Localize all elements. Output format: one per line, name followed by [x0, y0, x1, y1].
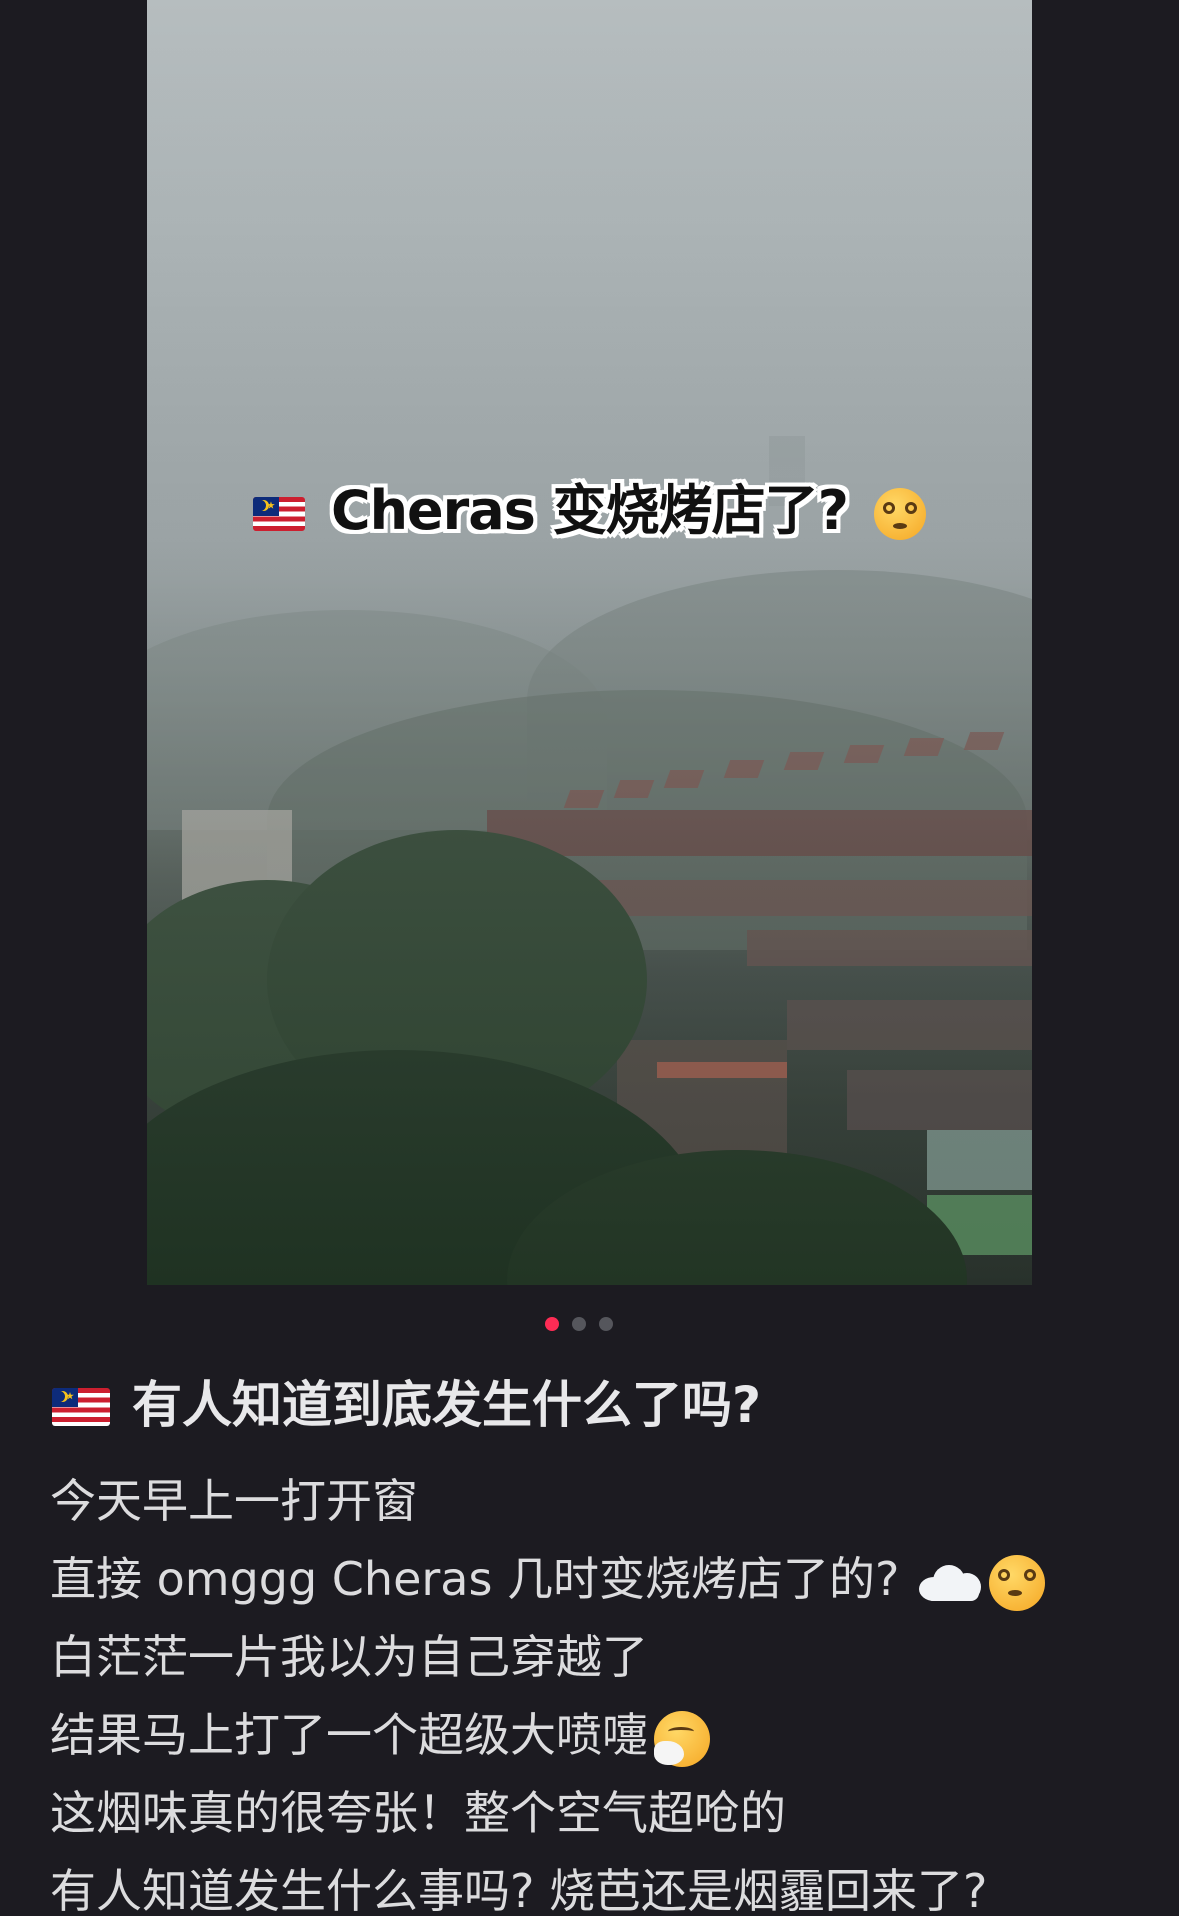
post-body-text: 白茫茫一片我以为自己穿越了 — [50, 1630, 648, 1684]
post-photo[interactable]: Cheras 变烧烤店了? — [147, 0, 1032, 1285]
post-body-line: 有人知道发生什么事吗? 烧芭还是烟霾回来了? — [50, 1852, 1160, 1916]
post-title: 有人知道到底发生什么了吗? — [52, 1375, 761, 1435]
post-body-line: 白茫茫一片我以为自己穿越了 — [50, 1618, 1160, 1696]
post-body-line: 今天早上一打开窗 — [50, 1462, 1160, 1540]
post-body-text: 这烟味真的很夸张！整个空气超呛的 — [50, 1786, 786, 1840]
post-body: 今天早上一打开窗 直接 omggg Cheras 几时变烧烤店了的? 白茫茫一片… — [50, 1462, 1160, 1916]
post-title-text: 有人知道到底发生什么了吗? — [132, 1376, 762, 1434]
sneezing-face-icon — [654, 1710, 710, 1767]
post-body-line: 这烟味真的很夸张！整个空气超呛的 — [50, 1774, 1160, 1852]
carousel-dot[interactable] — [598, 1317, 613, 1331]
carousel-dot-active[interactable] — [544, 1317, 559, 1331]
carousel-indicator — [0, 1317, 1168, 1331]
post-body-line: 直接 omggg Cheras 几时变烧烤店了的? — [50, 1540, 1160, 1618]
post-body-text: 今天早上一打开窗 — [50, 1474, 418, 1528]
dizzy-face-icon — [874, 488, 927, 541]
cloud-icon — [919, 1563, 983, 1603]
dizzy-face-icon — [989, 1554, 1046, 1611]
overlay-caption-text: Cheras 变烧烤店了? — [330, 479, 849, 542]
post-body-line: 结果马上打了一个超级大喷嚏 — [50, 1696, 1160, 1774]
post-body-text: 有人知道发生什么事吗? 烧芭还是烟霾回来了? — [50, 1864, 988, 1916]
carousel-dot[interactable] — [571, 1317, 586, 1331]
post-body-text: 结果马上打了一个超级大喷嚏 — [50, 1708, 648, 1762]
malaysia-flag-icon — [252, 497, 305, 532]
post-detail-page: Cheras 变烧烤店了? 有人知道到底发生什么了吗? 今天早上一打开窗 直接 … — [0, 0, 1179, 1916]
malaysia-flag-icon — [52, 1388, 110, 1426]
haze-overlay — [147, 0, 1032, 1285]
post-body-text: 直接 omggg Cheras 几时变烧烤店了的? — [50, 1552, 900, 1606]
photo-overlay-caption: Cheras 变烧烤店了? — [147, 466, 1032, 545]
